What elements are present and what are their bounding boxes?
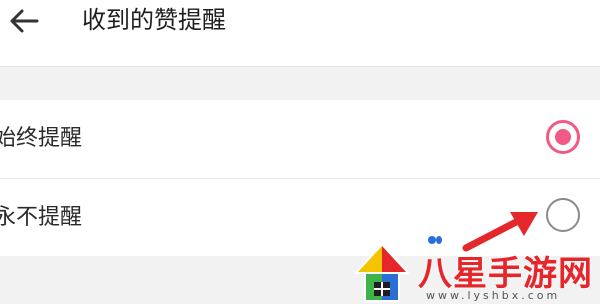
watermark-url: www.lyshbx.com: [426, 289, 561, 302]
option-label: 始终提醒: [0, 126, 83, 151]
back-button[interactable]: [4, 4, 44, 38]
top-app-bar: 收到的赞提醒: [0, 0, 600, 67]
watermark-title: 八星手游网: [418, 254, 593, 294]
page-title: 收到的赞提醒: [82, 6, 226, 34]
option-label: 永不提醒: [0, 205, 83, 230]
option-always-remind[interactable]: 始终提醒: [0, 100, 600, 179]
section-gap: [0, 67, 600, 100]
watermark-fragment-icon: [428, 236, 442, 244]
radio-selected-icon[interactable]: [546, 120, 580, 154]
watermark-logo-icon: [354, 242, 410, 302]
radio-unselected-icon[interactable]: [546, 198, 580, 232]
arrow-left-icon: [10, 9, 39, 33]
